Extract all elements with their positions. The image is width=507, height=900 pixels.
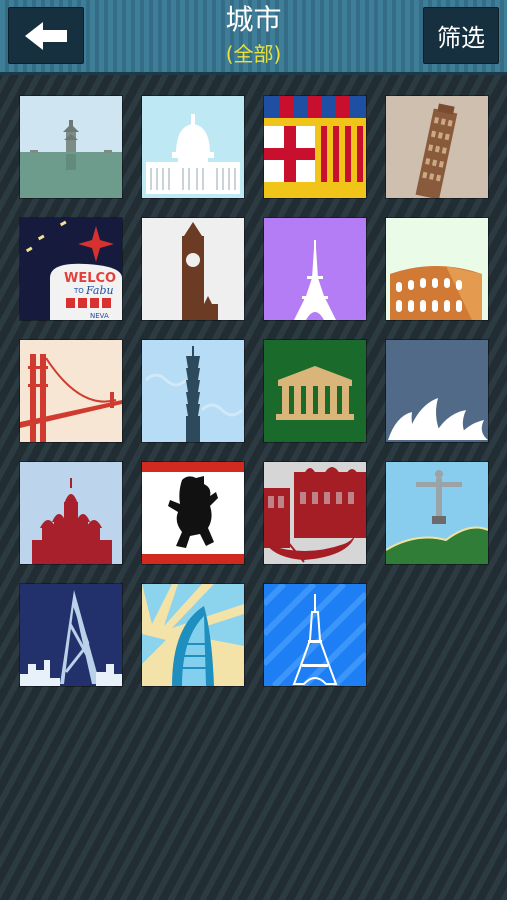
page-title: 城市	[225, 3, 282, 36]
venice-gondola-icon	[264, 462, 366, 564]
san-francisco-golden-gate-icon	[20, 340, 122, 442]
filter-button[interactable]: 筛选	[423, 7, 499, 64]
hong-kong-bank-of-china-icon	[20, 584, 122, 686]
city-tile-barcelona[interactable]	[264, 96, 366, 198]
hangzhou-pagoda-lake-icon	[20, 96, 122, 198]
vegas-sign-line4: NEVA	[90, 312, 109, 320]
city-tile-london[interactable]	[142, 218, 244, 320]
vegas-sign-line3: Fabu	[85, 284, 114, 297]
city-tile-berlin[interactable]	[142, 462, 244, 564]
filter-status-subtitle: (全部)	[225, 42, 282, 66]
city-tile-rio[interactable]	[386, 462, 488, 564]
arrow-left-icon	[25, 21, 67, 50]
sydney-opera-house-icon	[386, 340, 488, 442]
dubai-burj-al-arab-icon	[142, 584, 244, 686]
city-tile-hong-kong[interactable]	[20, 584, 122, 686]
back-button[interactable]	[8, 7, 84, 64]
city-tile-las-vegas[interactable]: WELCO TO Fabu NEVA	[20, 218, 122, 320]
city-tile-rome[interactable]	[386, 218, 488, 320]
city-tile-taipei[interactable]	[142, 340, 244, 442]
city-tile-pisa[interactable]	[386, 96, 488, 198]
rio-christ-redeemer-icon	[386, 462, 488, 564]
athens-parthenon-icon	[264, 340, 366, 442]
las-vegas-sign-icon: WELCO TO Fabu NEVA	[20, 218, 122, 320]
city-tile-paris[interactable]	[264, 218, 366, 320]
pisa-leaning-tower-icon	[386, 96, 488, 198]
top-bar: 城市 (全部) 筛选	[0, 0, 507, 75]
paris-eiffel-tower-icon	[264, 218, 366, 320]
city-tile-dubai[interactable]	[142, 584, 244, 686]
city-tile-sydney[interactable]	[386, 340, 488, 442]
city-tile-san-francisco[interactable]	[20, 340, 122, 442]
london-big-ben-icon	[142, 218, 244, 320]
city-tile-washington[interactable]	[142, 96, 244, 198]
barcelona-flag-icon	[264, 96, 366, 198]
washington-capitol-icon	[142, 96, 244, 198]
tokyo-tower-icon	[264, 584, 366, 686]
city-tile-hangzhou[interactable]	[20, 96, 122, 198]
taipei-101-icon	[142, 340, 244, 442]
berlin-bear-icon	[142, 462, 244, 564]
city-tile-venice[interactable]	[264, 462, 366, 564]
city-tile-tokyo[interactable]	[264, 584, 366, 686]
rome-colosseum-icon	[386, 218, 488, 320]
city-tile-moscow[interactable]	[20, 462, 122, 564]
city-tile-athens[interactable]	[264, 340, 366, 442]
vegas-sign-line2: TO	[73, 287, 84, 295]
moscow-st-basils-icon	[20, 462, 122, 564]
